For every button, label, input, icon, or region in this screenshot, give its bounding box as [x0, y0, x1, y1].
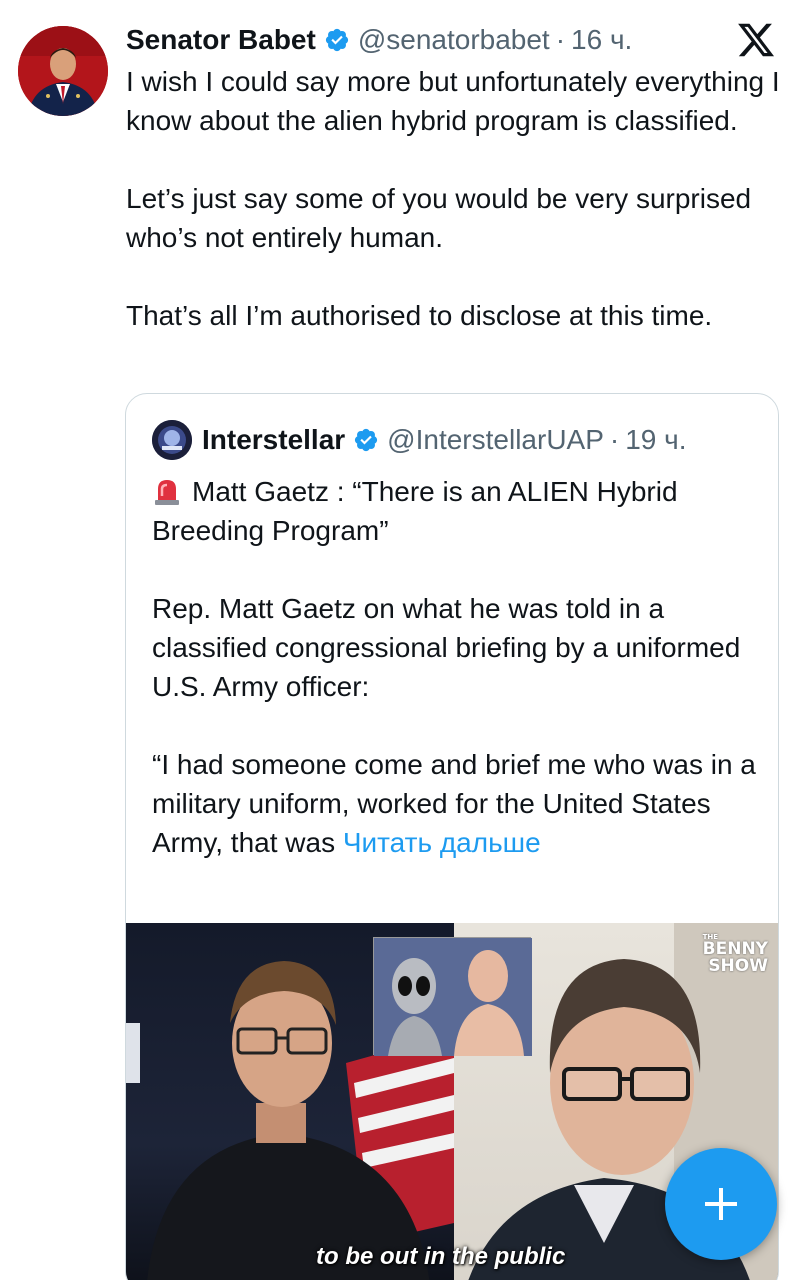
quoted-tweet-body: Matt Gaetz : “There is an ALIEN Hybrid B… [152, 472, 762, 862]
quoted-paragraph: Rep. Matt Gaetz on what he was told in a… [152, 593, 749, 702]
quoted-author-handle[interactable]: @InterstellarUAP [387, 424, 604, 456]
tweet-body: I wish I could say more but unfortunatel… [126, 62, 786, 335]
compose-plus-icon [705, 1188, 737, 1220]
quoted-author-avatar[interactable] [152, 420, 192, 460]
verified-badge-icon [355, 428, 378, 452]
read-more-link[interactable]: Читать дальше [343, 827, 541, 858]
tweet-paragraph: I wish I could say more but unfortunatel… [126, 66, 788, 136]
tweet-paragraph: Let’s just say some of you would be very… [126, 183, 759, 253]
quoted-header-separator: · [609, 424, 620, 455]
quoted-headline: Matt Gaetz : “There is an ALIEN Hybrid B… [152, 476, 686, 546]
author-name[interactable]: Senator Babet [126, 24, 316, 56]
video-inset-image [373, 937, 532, 1056]
siren-icon [155, 480, 179, 505]
tweet-timestamp[interactable]: 16 ч. [571, 24, 632, 56]
quoted-tweet-card[interactable]: Interstellar @InterstellarUAP · 19 ч. Ma… [125, 393, 779, 1280]
video-caption: to be out in the public [316, 1243, 566, 1270]
quoted-author-name[interactable]: Interstellar [202, 424, 345, 456]
show-logo-line2: SHOW [708, 956, 768, 976]
compose-button[interactable] [665, 1148, 777, 1260]
author-avatar[interactable] [18, 26, 108, 116]
avatar-image [18, 26, 108, 116]
header-separator: · [555, 24, 566, 55]
quoted-avatar-image [152, 420, 192, 460]
tweet-header: Senator Babet @senatorbabet · 16 ч. [126, 20, 632, 60]
quoted-tweet-header: Interstellar @InterstellarUAP · 19 ч. [152, 420, 687, 460]
tweet-paragraph: That’s all I’m authorised to disclose at… [126, 300, 713, 331]
quoted-tweet-timestamp[interactable]: 19 ч. [625, 424, 686, 456]
author-handle[interactable]: @senatorbabet [358, 24, 550, 56]
verified-badge-icon [325, 28, 348, 52]
show-logo: THE BENNY SHOW [702, 933, 768, 976]
alien-human-image [374, 938, 532, 1056]
x-logo-icon[interactable] [736, 20, 776, 60]
